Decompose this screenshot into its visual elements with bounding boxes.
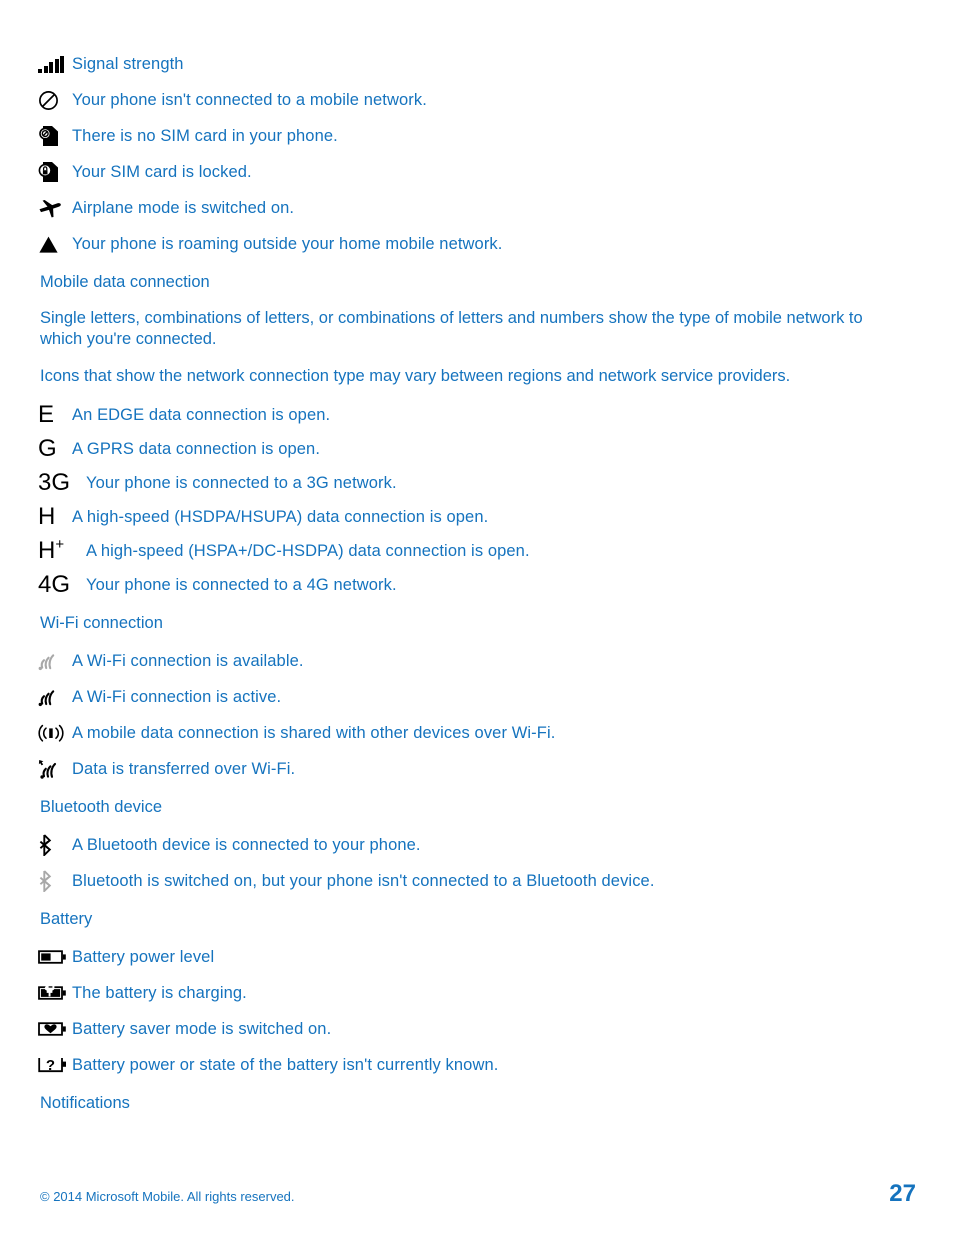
no-sim-card-icon bbox=[38, 124, 72, 148]
status-label: Your phone is roaming outside your home … bbox=[72, 235, 503, 253]
status-row-airplane-mode: Airplane mode is switched on. bbox=[38, 196, 918, 220]
battery-row-saver: Battery saver mode is switched on. bbox=[38, 1017, 918, 1041]
roaming-icon bbox=[38, 232, 72, 256]
three-g-letter: 3G bbox=[38, 469, 71, 496]
svg-text:?: ? bbox=[46, 1057, 55, 1074]
gprs-letter: G bbox=[38, 435, 57, 462]
bluetooth-label: A Bluetooth device is connected to your … bbox=[72, 836, 421, 854]
battery-level-icon bbox=[38, 945, 72, 969]
airplane-mode-icon bbox=[38, 196, 72, 220]
four-g-letter-icon: 4G bbox=[38, 573, 86, 597]
battery-row-level: Battery power level bbox=[38, 945, 918, 969]
bluetooth-row-connected: A Bluetooth device is connected to your … bbox=[38, 833, 918, 857]
four-g-letter: 4G bbox=[38, 571, 71, 598]
status-label: There is no SIM card in your phone. bbox=[72, 127, 338, 145]
wifi-row-available: A Wi-Fi connection is available. bbox=[38, 649, 918, 673]
h-plus-letter-icon: H+ bbox=[38, 536, 86, 564]
battery-label: Battery saver mode is switched on. bbox=[72, 1020, 332, 1038]
h-letter: H bbox=[38, 503, 56, 530]
bluetooth-label: Bluetooth is switched on, but your phone… bbox=[72, 872, 655, 890]
bluetooth-row-on: Bluetooth is switched on, but your phone… bbox=[38, 869, 918, 893]
heading-notifications: Notifications bbox=[40, 1094, 130, 1112]
data-row-4g: 4G Your phone is connected to a 4G netwo… bbox=[38, 573, 918, 597]
h-plus-letter: H bbox=[38, 537, 56, 564]
data-label: A high-speed (HSDPA/HSUPA) data connecti… bbox=[72, 508, 489, 526]
wifi-data-transfer-icon bbox=[38, 757, 72, 781]
wifi-row-data-transfer: Data is transferred over Wi-Fi. bbox=[38, 757, 918, 781]
battery-label: The battery is charging. bbox=[72, 984, 247, 1002]
wifi-row-active: A Wi-Fi connection is active. bbox=[38, 685, 918, 709]
status-label: Signal strength bbox=[72, 55, 184, 73]
battery-label: Battery power level bbox=[72, 948, 215, 966]
data-row-hspa-plus: H+ A high-speed (HSPA+/DC-HSDPA) data co… bbox=[38, 536, 918, 564]
heading-battery: Battery bbox=[40, 910, 93, 928]
heading-wifi-connection: Wi-Fi connection bbox=[40, 614, 163, 632]
wifi-label: A Wi-Fi connection is available. bbox=[72, 652, 304, 670]
heading-mobile-data-connection: Mobile data connection bbox=[40, 273, 210, 291]
page-number: 27 bbox=[889, 1180, 916, 1207]
wifi-label: A Wi-Fi connection is active. bbox=[72, 688, 282, 706]
mobile-data-paragraph-2: Icons that show the network connection t… bbox=[40, 367, 791, 385]
no-network-icon bbox=[38, 88, 72, 112]
wifi-label: Data is transferred over Wi-Fi. bbox=[72, 760, 296, 778]
data-row-hsdpa: H A high-speed (HSDPA/HSUPA) data connec… bbox=[38, 505, 918, 529]
data-label: A high-speed (HSPA+/DC-HSDPA) data conne… bbox=[86, 542, 530, 560]
heading-bluetooth-device: Bluetooth device bbox=[40, 798, 163, 816]
page-footer: © 2014 Microsoft Mobile. All rights rese… bbox=[40, 1182, 916, 1206]
status-label: Your SIM card is locked. bbox=[72, 163, 252, 181]
battery-unknown-icon: ? bbox=[38, 1053, 72, 1077]
battery-saver-icon bbox=[38, 1017, 72, 1041]
status-row-signal-strength: Signal strength bbox=[38, 52, 918, 76]
status-row-no-sim: There is no SIM card in your phone. bbox=[38, 124, 918, 148]
battery-row-unknown: ? Battery power or state of the battery … bbox=[38, 1053, 918, 1077]
three-g-letter-icon: 3G bbox=[38, 471, 86, 495]
data-row-3g: 3G Your phone is connected to a 3G netwo… bbox=[38, 471, 918, 495]
battery-row-charging: The battery is charging. bbox=[38, 981, 918, 1005]
bluetooth-on-icon bbox=[38, 869, 72, 893]
data-label: An EDGE data connection is open. bbox=[72, 406, 331, 424]
data-label: Your phone is connected to a 3G network. bbox=[86, 474, 397, 492]
sim-locked-icon bbox=[38, 160, 72, 184]
wifi-active-icon bbox=[38, 685, 72, 709]
wifi-row-hotspot: A mobile data connection is shared with … bbox=[38, 721, 918, 745]
edge-letter: E bbox=[38, 401, 55, 428]
status-row-sim-locked: Your SIM card is locked. bbox=[38, 160, 918, 184]
gprs-letter-icon: G bbox=[38, 437, 72, 461]
data-row-edge: E An EDGE data connection is open. bbox=[38, 403, 918, 427]
edge-letter-icon: E bbox=[38, 403, 72, 427]
data-label: A GPRS data connection is open. bbox=[72, 440, 321, 458]
page-content: Signal strength Your phone isn't connect… bbox=[38, 52, 918, 1129]
status-row-roaming: Your phone is roaming outside your home … bbox=[38, 232, 918, 256]
status-label: Your phone isn't connected to a mobile n… bbox=[72, 91, 427, 109]
battery-label: Battery power or state of the battery is… bbox=[72, 1056, 499, 1074]
data-label: Your phone is connected to a 4G network. bbox=[86, 576, 397, 594]
status-row-no-network: Your phone isn't connected to a mobile n… bbox=[38, 88, 918, 112]
battery-charging-icon bbox=[38, 981, 72, 1005]
copyright-notice: © 2014 Microsoft Mobile. All rights rese… bbox=[40, 1189, 295, 1204]
status-label: Airplane mode is switched on. bbox=[72, 199, 295, 217]
mobile-data-paragraph-1: Single letters, combinations of letters,… bbox=[40, 309, 863, 348]
bluetooth-connected-icon bbox=[38, 833, 72, 857]
data-row-gprs: G A GPRS data connection is open. bbox=[38, 437, 918, 461]
h-letter-icon: H bbox=[38, 505, 72, 529]
signal-strength-icon bbox=[38, 52, 72, 76]
mobile-hotspot-icon bbox=[38, 721, 72, 745]
h-plus-superscript: + bbox=[55, 536, 65, 553]
wifi-label: A mobile data connection is shared with … bbox=[72, 724, 556, 742]
wifi-available-icon bbox=[38, 649, 72, 673]
manual-page: Signal strength Your phone isn't connect… bbox=[0, 0, 954, 1257]
